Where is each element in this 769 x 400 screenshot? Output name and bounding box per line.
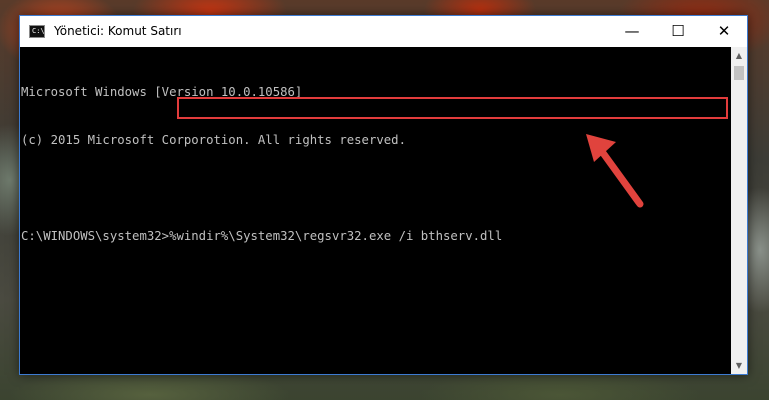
close-button[interactable]: ✕ xyxy=(701,16,747,47)
vertical-scrollbar[interactable]: ▲ ▼ xyxy=(731,47,747,374)
title-bar[interactable]: C:\ Yönetici: Komut Satırı — ☐ ✕ xyxy=(20,16,747,47)
scroll-up-arrow-icon[interactable]: ▲ xyxy=(731,47,747,64)
command-highlight-box xyxy=(177,97,728,119)
window-title: Yönetici: Komut Satırı xyxy=(54,24,182,38)
scroll-down-arrow-icon[interactable]: ▼ xyxy=(731,357,747,374)
scroll-thumb[interactable] xyxy=(734,66,744,80)
minimize-button[interactable]: — xyxy=(609,16,655,47)
cmd-app-icon: C:\ xyxy=(29,25,45,38)
maximize-button[interactable]: ☐ xyxy=(655,16,701,47)
pointer-arrow-icon xyxy=(586,134,644,208)
command-line[interactable]: C:\WINDOWS\system32>%windir%\System32\re… xyxy=(21,228,731,244)
